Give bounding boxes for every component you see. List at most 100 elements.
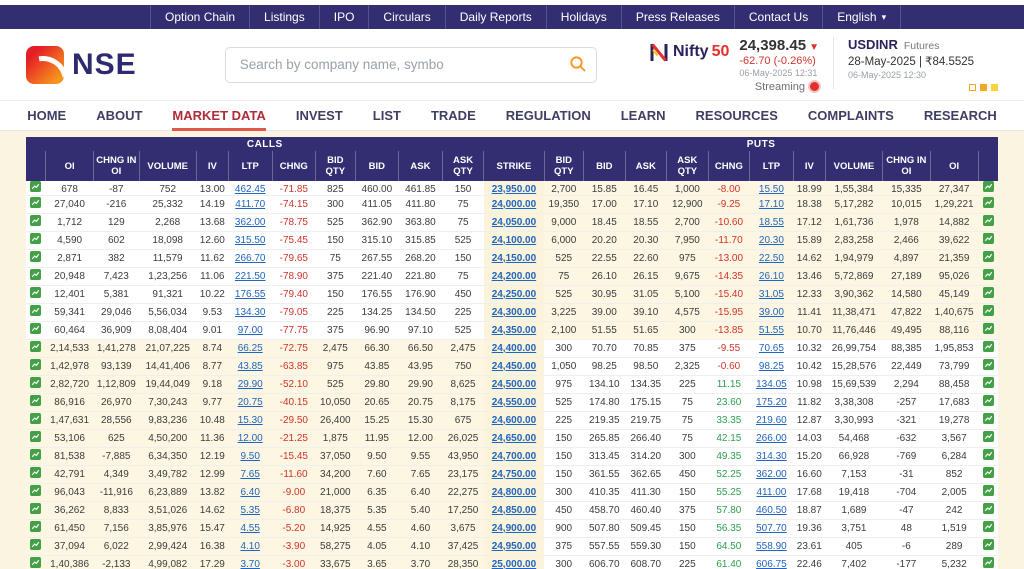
ltp-link[interactable]: 134.30 bbox=[235, 307, 266, 318]
strike-link[interactable]: 24,600.00 bbox=[492, 415, 537, 426]
ltp-link[interactable]: 460.50 bbox=[756, 505, 787, 516]
ltp-link[interactable]: 134.05 bbox=[756, 379, 787, 390]
ltp-link[interactable]: 4.55 bbox=[240, 523, 259, 534]
ltp-link[interactable]: 3.70 bbox=[240, 559, 259, 569]
ltp-link[interactable]: 7.65 bbox=[240, 469, 259, 480]
strike-link[interactable]: 24,500.00 bbox=[492, 379, 537, 390]
strike-link[interactable]: 23,950.00 bbox=[492, 184, 537, 195]
ltp-link[interactable]: 31.05 bbox=[759, 289, 784, 300]
ltp-link[interactable]: 97.00 bbox=[238, 325, 263, 336]
chart-icon[interactable] bbox=[982, 521, 994, 532]
strike-link[interactable]: 24,450.00 bbox=[492, 361, 537, 372]
chart-icon[interactable] bbox=[982, 467, 994, 478]
chart-icon[interactable] bbox=[982, 323, 994, 334]
ltp-link[interactable]: 266.70 bbox=[235, 253, 266, 264]
chart-icon[interactable] bbox=[30, 377, 42, 388]
ltp-link[interactable]: 175.20 bbox=[756, 397, 787, 408]
chart-icon[interactable] bbox=[30, 341, 42, 352]
strike-link[interactable]: 24,050.00 bbox=[492, 217, 537, 228]
strike-link[interactable]: 24,650.00 bbox=[492, 433, 537, 444]
chart-icon[interactable] bbox=[982, 557, 994, 568]
chart-icon[interactable] bbox=[30, 215, 42, 226]
carousel-dot[interactable] bbox=[991, 83, 998, 91]
ltp-link[interactable]: 66.25 bbox=[238, 343, 263, 354]
chart-icon[interactable] bbox=[982, 269, 994, 280]
ltp-link[interactable]: 26.10 bbox=[759, 271, 784, 282]
topbar-item[interactable]: Option Chain bbox=[150, 5, 251, 29]
chart-icon[interactable] bbox=[30, 323, 42, 334]
topbar-item[interactable]: Press Releases bbox=[622, 5, 735, 29]
ltp-link[interactable]: 70.65 bbox=[759, 343, 784, 354]
ltp-link[interactable]: 43.85 bbox=[238, 361, 263, 372]
chart-icon[interactable] bbox=[982, 359, 994, 370]
chart-icon[interactable] bbox=[982, 503, 994, 514]
strike-link[interactable]: 24,700.00 bbox=[492, 451, 537, 462]
ltp-link[interactable]: 20.75 bbox=[238, 397, 263, 408]
topbar-item[interactable]: English ▾ bbox=[823, 5, 902, 29]
nav-item-market-data[interactable]: MARKET DATA bbox=[172, 101, 267, 131]
strike-link[interactable]: 24,550.00 bbox=[492, 397, 537, 408]
nav-item-list[interactable]: LIST bbox=[373, 101, 401, 131]
ltp-link[interactable]: 362.00 bbox=[756, 469, 787, 480]
ltp-link[interactable]: 5.35 bbox=[240, 505, 259, 516]
chart-icon[interactable] bbox=[30, 431, 42, 442]
chart-icon[interactable] bbox=[982, 197, 994, 208]
strike-link[interactable]: 25,000.00 bbox=[492, 559, 537, 569]
chart-icon[interactable] bbox=[30, 251, 42, 262]
strike-link[interactable]: 24,400.00 bbox=[492, 343, 537, 354]
chart-icon[interactable] bbox=[30, 395, 42, 406]
chart-icon[interactable] bbox=[982, 305, 994, 316]
chart-icon[interactable] bbox=[30, 181, 42, 192]
ltp-link[interactable]: 266.00 bbox=[756, 433, 787, 444]
ltp-link[interactable]: 18.55 bbox=[759, 217, 784, 228]
chart-icon[interactable] bbox=[30, 233, 42, 244]
chart-icon[interactable] bbox=[982, 485, 994, 496]
ltp-link[interactable]: 15.30 bbox=[238, 415, 263, 426]
ltp-link[interactable]: 20.30 bbox=[759, 235, 784, 246]
chart-icon[interactable] bbox=[30, 287, 42, 298]
chart-icon[interactable] bbox=[982, 181, 994, 192]
nav-item-invest[interactable]: INVEST bbox=[296, 101, 343, 131]
chart-icon[interactable] bbox=[982, 233, 994, 244]
ltp-link[interactable]: 315.50 bbox=[235, 235, 266, 246]
topbar-item[interactable]: Daily Reports bbox=[446, 5, 547, 29]
chart-icon[interactable] bbox=[30, 269, 42, 280]
chart-icon[interactable] bbox=[30, 521, 42, 532]
chart-icon[interactable] bbox=[982, 539, 994, 550]
ltp-link[interactable]: 362.00 bbox=[235, 217, 266, 228]
chart-icon[interactable] bbox=[30, 359, 42, 370]
ltp-link[interactable]: 15.50 bbox=[759, 184, 784, 195]
ltp-link[interactable]: 462.45 bbox=[235, 184, 266, 195]
nifty-quote-block[interactable]: Nifty 50 24,398.45 ▼ -62.70 (-0.26%) 06-Ma… bbox=[648, 37, 819, 93]
chart-icon[interactable] bbox=[30, 413, 42, 424]
nse-logo[interactable]: NSE bbox=[26, 45, 137, 84]
chart-icon[interactable] bbox=[30, 449, 42, 460]
usdinr-quote-block[interactable]: USDINR Futures 28-May-2025 | ₹84.5525 06… bbox=[848, 37, 998, 91]
carousel-dot[interactable] bbox=[969, 83, 976, 91]
nav-item-research[interactable]: RESEARCH bbox=[924, 101, 997, 131]
ltp-link[interactable]: 6.40 bbox=[240, 487, 259, 498]
chart-icon[interactable] bbox=[982, 449, 994, 460]
ltp-link[interactable]: 98.25 bbox=[759, 361, 784, 372]
ltp-link[interactable]: 411.70 bbox=[235, 199, 265, 210]
nav-item-regulation[interactable]: REGULATION bbox=[506, 101, 591, 131]
ltp-link[interactable]: 219.60 bbox=[756, 415, 787, 426]
chart-icon[interactable] bbox=[30, 485, 42, 496]
topbar-item[interactable]: Contact Us bbox=[735, 5, 824, 29]
ltp-link[interactable]: 9.50 bbox=[240, 451, 259, 462]
chart-icon[interactable] bbox=[982, 377, 994, 388]
strike-link[interactable]: 24,850.00 bbox=[492, 505, 537, 516]
ltp-link[interactable]: 51.55 bbox=[759, 325, 784, 336]
ltp-link[interactable]: 221.50 bbox=[235, 271, 266, 282]
search-input[interactable] bbox=[224, 46, 597, 83]
nav-item-about[interactable]: ABOUT bbox=[96, 101, 142, 131]
strike-link[interactable]: 24,350.00 bbox=[492, 325, 537, 336]
ltp-link[interactable]: 411.00 bbox=[757, 487, 787, 498]
ltp-link[interactable]: 314.30 bbox=[756, 451, 787, 462]
ltp-link[interactable]: 12.00 bbox=[238, 433, 263, 444]
chart-icon[interactable] bbox=[30, 305, 42, 316]
chart-icon[interactable] bbox=[982, 395, 994, 406]
strike-link[interactable]: 24,200.00 bbox=[492, 271, 537, 282]
chart-icon[interactable] bbox=[982, 215, 994, 226]
strike-link[interactable]: 24,750.00 bbox=[492, 469, 537, 480]
